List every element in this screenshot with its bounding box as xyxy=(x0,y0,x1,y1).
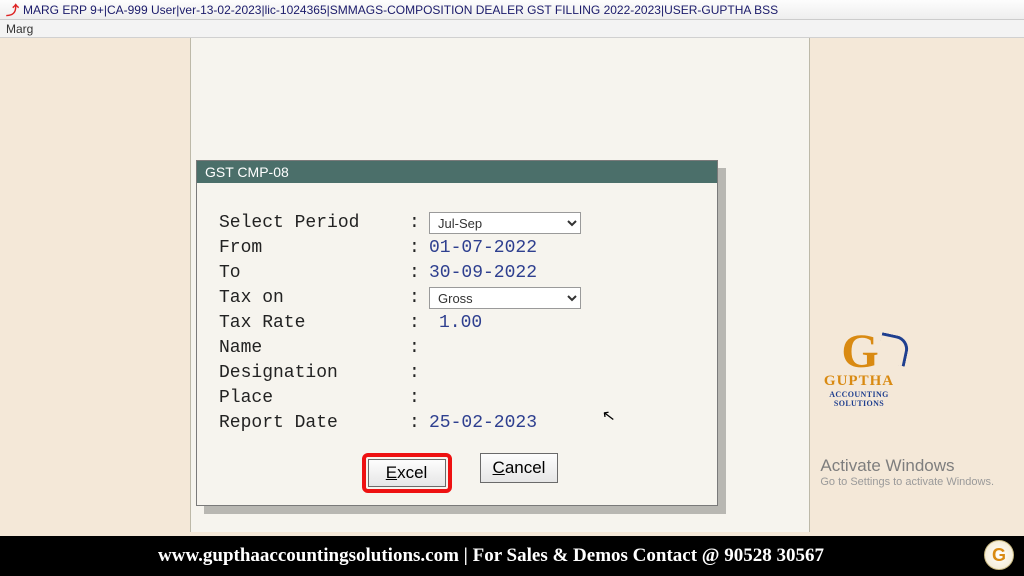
label-from: From xyxy=(219,238,409,258)
value-from[interactable]: 01-07-2022 xyxy=(429,238,537,258)
label-name: Name xyxy=(219,338,409,358)
label-tax-rate: Tax Rate xyxy=(219,313,409,333)
logo-g-icon: G xyxy=(816,333,902,371)
label-to: To xyxy=(219,263,409,283)
guptha-logo: G GUPTHA ACCOUNTING SOLUTIONS xyxy=(816,333,902,408)
window-title: MARG ERP 9+|CA-999 User|ver-13-02-2023|l… xyxy=(23,3,778,17)
excel-button[interactable]: Excel xyxy=(368,459,446,487)
cancel-button[interactable]: Cancel xyxy=(480,453,559,483)
footer-text: www.gupthaaccountingsolutions.com | For … xyxy=(158,545,824,567)
footer-logo-badge: G xyxy=(984,540,1014,570)
mouse-cursor-icon: ↖ xyxy=(601,405,617,427)
app-icon: ⤴ xyxy=(6,0,19,19)
activate-windows-watermark: Activate Windows Go to Settings to activ… xyxy=(820,456,994,488)
value-report-date[interactable]: 25-02-2023 xyxy=(429,413,537,433)
label-report-date: Report Date xyxy=(219,413,409,433)
label-designation: Designation xyxy=(219,363,409,383)
menu-item-marg[interactable]: Marg xyxy=(6,22,33,36)
activate-line2: Go to Settings to activate Windows. xyxy=(820,476,994,488)
menubar: Marg xyxy=(0,20,1024,38)
excel-highlight: Excel xyxy=(362,453,452,493)
footer-banner: www.gupthaaccountingsolutions.com | For … xyxy=(0,536,1024,576)
logo-subtitle: ACCOUNTING SOLUTIONS xyxy=(816,390,902,408)
value-tax-rate[interactable]: 1.00 xyxy=(429,313,482,333)
tax-on-dropdown[interactable]: Gross xyxy=(429,287,581,309)
gst-cmp08-dialog: GST CMP-08 Select Period : Jul-Sep From … xyxy=(196,160,718,506)
label-tax-on: Tax on xyxy=(219,288,409,308)
value-to[interactable]: 30-09-2022 xyxy=(429,263,537,283)
label-place: Place xyxy=(219,388,409,408)
window-titlebar: ⤴ MARG ERP 9+|CA-999 User|ver-13-02-2023… xyxy=(0,0,1024,20)
dialog-title: GST CMP-08 xyxy=(197,161,717,183)
workspace: GST CMP-08 Select Period : Jul-Sep From … xyxy=(0,38,1024,536)
activate-line1: Activate Windows xyxy=(820,456,994,476)
label-select-period: Select Period xyxy=(219,213,409,233)
select-period-dropdown[interactable]: Jul-Sep xyxy=(429,212,581,234)
dialog-body: Select Period : Jul-Sep From : 01-07-202… xyxy=(197,183,717,503)
